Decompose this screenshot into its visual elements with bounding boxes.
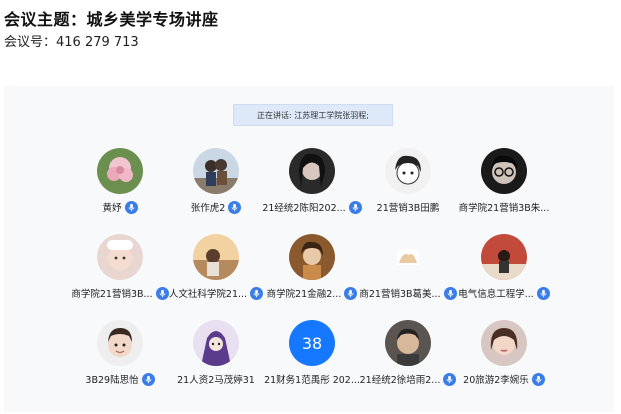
- participant-name: 商学院21金融2...: [266, 289, 342, 300]
- avatar: 38: [289, 320, 335, 366]
- avatar: [289, 234, 335, 280]
- participant-tile[interactable]: 张作虎2: [168, 148, 264, 234]
- participant-tile[interactable]: 20旅游2李婉乐: [456, 320, 552, 406]
- participant-name: 黄妤: [102, 203, 122, 214]
- participant-tile[interactable]: 21营销3B田鹏: [360, 148, 456, 234]
- participant-tile[interactable]: 电气信息工程学...: [456, 234, 552, 320]
- mic-icon: [124, 200, 138, 214]
- participant-row: 黄妤 张作虎2 21经统2陈阳202... 21营销3B田鹏 商学院21营销3B朱...: [72, 148, 572, 234]
- avatar: [289, 148, 335, 194]
- mic-icon: [344, 286, 358, 300]
- mic-icon: [443, 372, 457, 386]
- participant-name: 21人资2马茂婷31: [177, 375, 255, 386]
- participant-name: 张作虎2: [190, 203, 226, 214]
- participant-tile[interactable]: 商21营销3B葛美...: [359, 234, 457, 320]
- participant-name: 商学院21营销3B...: [71, 289, 153, 300]
- participant-tile[interactable]: 21经统2徐培雨2...: [360, 320, 457, 406]
- participant-row: 3B29陆思怡 21人资2马茂婷31 38 21财务1范禹彤 202... 21经统2徐…: [72, 320, 572, 406]
- avatar: [385, 234, 431, 280]
- avatar: [97, 148, 143, 194]
- participant-name-row: 3B29陆思怡: [85, 372, 155, 386]
- participant-name: 人文社科学院21...: [168, 289, 248, 300]
- participant-tile[interactable]: 黄妤: [72, 148, 168, 234]
- participant-name: 商21营销3B葛美...: [359, 289, 441, 300]
- participant-name: 21营销3B田鹏: [376, 203, 440, 214]
- participant-name: 电气信息工程学...: [458, 289, 534, 300]
- participant-tile[interactable]: 38 21财务1范禹彤 202...: [264, 320, 360, 406]
- participant-name-row: 21营销3B田鹏: [377, 200, 440, 214]
- mic-icon: [536, 286, 550, 300]
- participant-name-row: 人文社科学院21...: [168, 286, 264, 300]
- participant-tile[interactable]: 商学院21营销3B...: [71, 234, 169, 320]
- avatar: [481, 320, 527, 366]
- meeting-title: 会议主题：城乡美学专场讲座: [4, 10, 219, 29]
- participant-name-row: 商学院21金融2...: [267, 286, 358, 300]
- avatar: [193, 234, 239, 280]
- avatar: [193, 320, 239, 366]
- participant-name-row: 电气信息工程学...: [458, 286, 550, 300]
- mic-icon: [141, 372, 155, 386]
- participant-name: 21经统2陈阳202...: [262, 203, 346, 214]
- avatar: [193, 148, 239, 194]
- avatar-number: 38: [301, 333, 323, 353]
- participant-tile[interactable]: 3B29陆思怡: [72, 320, 168, 406]
- participant-name-row: 21财务1范禹彤 202...: [264, 372, 360, 386]
- participant-name: 商学院21营销3B朱...: [458, 203, 550, 214]
- mic-icon: [228, 200, 242, 214]
- avatar: [481, 234, 527, 280]
- avatar: [97, 320, 143, 366]
- avatar: [97, 234, 143, 280]
- mic-icon: [531, 372, 545, 386]
- participant-name-row: 黄妤: [102, 200, 138, 214]
- participant-name-row: 张作虎2: [191, 200, 242, 214]
- meeting-id: 会议号：416 279 713: [4, 35, 139, 50]
- mic-icon: [155, 286, 169, 300]
- participant-tile[interactable]: 21人资2马茂婷31: [168, 320, 264, 406]
- participant-tile[interactable]: 商学院21金融2...: [264, 234, 360, 320]
- participant-grid: 黄妤 张作虎2 21经统2陈阳202... 21营销3B田鹏 商学院21营销3B朱...…: [71, 148, 572, 406]
- participant-name: 20旅游2李婉乐: [463, 375, 529, 386]
- participant-tile[interactable]: 21经统2陈阳202...: [262, 148, 362, 234]
- avatar: [385, 148, 431, 194]
- participant-name: 21经统2徐培雨2...: [359, 375, 441, 386]
- speaking-text: 正在讲话: 江苏理工学院张羽程;: [257, 110, 369, 120]
- participant-tile[interactable]: 商学院21营销3B朱...: [456, 148, 552, 234]
- participant-name: 21财务1范禹彤 202...: [264, 375, 360, 386]
- participant-name-row: 21人资2马茂婷31: [177, 372, 255, 386]
- participant-name-row: 21经统2徐培雨2...: [360, 372, 457, 386]
- avatar: [385, 320, 431, 366]
- participant-tile[interactable]: 人文社科学院21...: [168, 234, 264, 320]
- speaking-banner: 正在讲话: 江苏理工学院张羽程;: [233, 104, 393, 126]
- participant-name-row: 商21营销3B葛美...: [359, 286, 457, 300]
- mic-icon: [250, 286, 264, 300]
- participant-row: 商学院21营销3B... 人文社科学院21... 商学院21金融2... 商21营销3…: [71, 234, 572, 320]
- video-panel: 正在讲话: 江苏理工学院张羽程; 黄妤 张作虎2 21经统2陈阳202... 21营销…: [4, 86, 614, 412]
- avatar: [481, 148, 527, 194]
- mic-icon: [443, 286, 457, 300]
- participant-name-row: 21经统2陈阳202...: [262, 200, 362, 214]
- participant-name-row: 商学院21营销3B...: [71, 286, 169, 300]
- participant-name-row: 20旅游2李婉乐: [463, 372, 545, 386]
- participant-name: 3B29陆思怡: [85, 375, 139, 386]
- participant-name-row: 商学院21营销3B朱...: [459, 200, 550, 214]
